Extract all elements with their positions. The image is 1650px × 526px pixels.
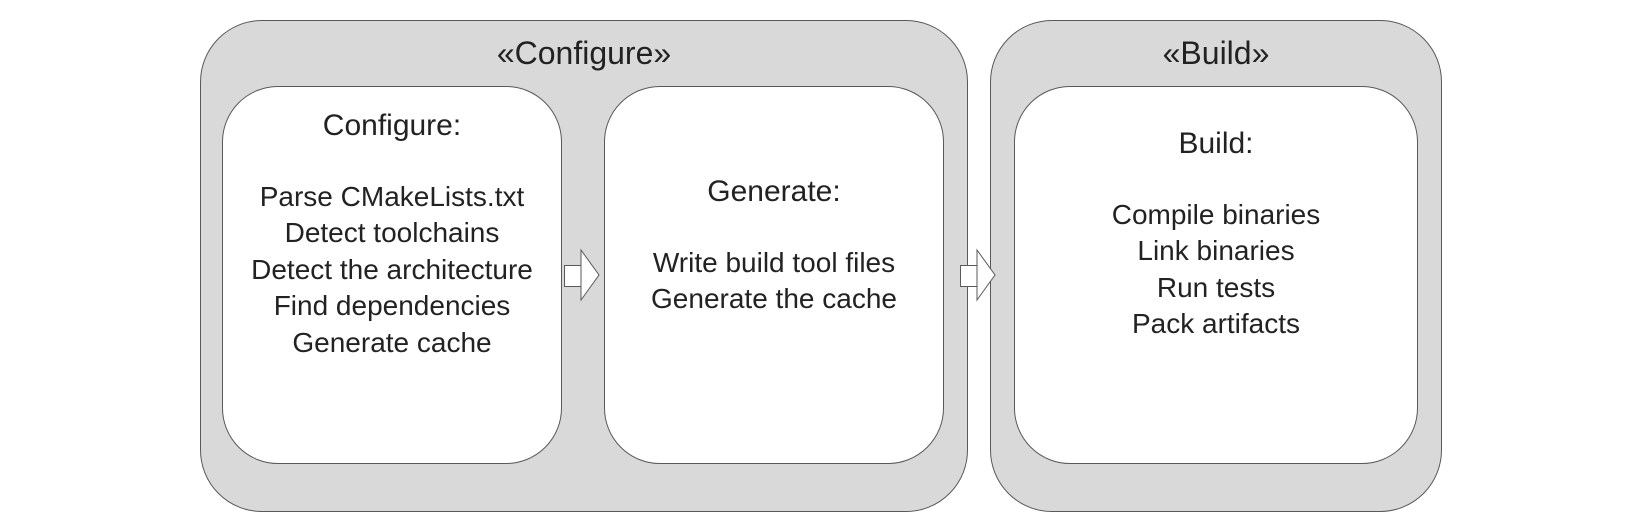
phase-build-title: «Build» [991,35,1441,72]
diagram-canvas: «Configure» «Build» Configure: Parse CMa… [0,0,1650,526]
configure-item: Parse CMakeLists.txt [223,179,561,215]
configure-item: Detect the architecture [223,252,561,288]
card-generate-title: Generate: [605,175,943,209]
card-build-title: Build: [1015,127,1417,161]
generate-item: Generate the cache [605,281,943,317]
build-item: Pack artifacts [1015,306,1417,342]
card-generate: Generate: Write build tool files Generat… [604,86,944,464]
configure-item: Detect toolchains [223,215,561,251]
card-build-items: Compile binaries Link binaries Run tests… [1015,197,1417,343]
card-configure-title: Configure: [223,109,561,143]
arrow-generate-to-build [960,250,996,300]
arrow-head-icon [571,248,601,302]
build-item: Run tests [1015,270,1417,306]
generate-item: Write build tool files [605,245,943,281]
arrow-head-icon [967,248,997,302]
build-item: Link binaries [1015,233,1417,269]
build-item: Compile binaries [1015,197,1417,233]
configure-item: Generate cache [223,325,561,361]
card-configure: Configure: Parse CMakeLists.txt Detect t… [222,86,562,464]
card-configure-items: Parse CMakeLists.txt Detect toolchains D… [223,179,561,361]
card-generate-items: Write build tool files Generate the cach… [605,245,943,318]
phase-configure-title: «Configure» [201,35,967,72]
configure-item: Find dependencies [223,288,561,324]
card-build: Build: Compile binaries Link binaries Ru… [1014,86,1418,464]
arrow-configure-to-generate [564,250,600,300]
